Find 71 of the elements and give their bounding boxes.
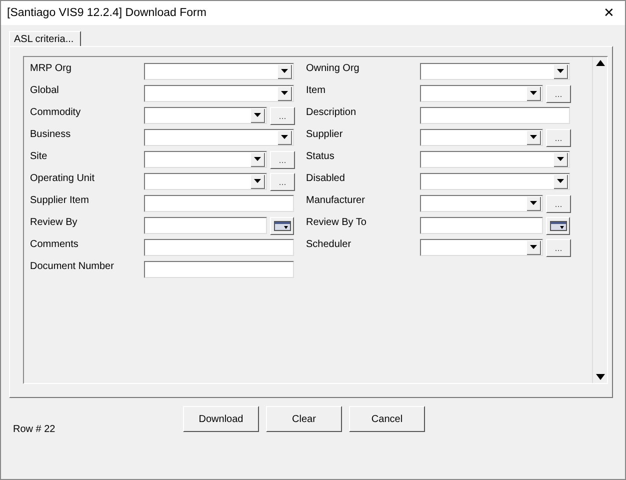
field-label: MRP Org xyxy=(30,63,72,76)
window-title: [Santiago VIS9 12.2.4] Download Form xyxy=(7,7,206,19)
lookup-button[interactable]: ... xyxy=(270,173,295,191)
input-field[interactable] xyxy=(144,195,294,212)
field-label: Commodity xyxy=(30,107,82,120)
dropdown-arrow-icon xyxy=(557,157,564,161)
dropdown-arrow-icon xyxy=(281,69,288,73)
scroll-up-icon xyxy=(596,60,604,66)
field-label: Document Number xyxy=(30,261,115,274)
date-field[interactable] xyxy=(144,217,267,234)
lookup-button[interactable]: ... xyxy=(546,239,571,257)
calendar-icon xyxy=(550,221,566,231)
dropdown-arrow-icon xyxy=(281,135,288,139)
dropdown-field[interactable] xyxy=(420,173,570,190)
field-label: Item xyxy=(306,85,326,98)
date-field[interactable] xyxy=(420,217,543,234)
calendar-button[interactable] xyxy=(546,217,570,235)
lookup-button[interactable]: ... xyxy=(546,195,571,213)
dropdown-field[interactable] xyxy=(420,85,543,102)
input-field[interactable] xyxy=(420,107,570,124)
input-field[interactable] xyxy=(144,239,294,256)
dropdown-field[interactable] xyxy=(144,85,294,102)
lookup-button[interactable]: ... xyxy=(270,151,295,169)
dropdown-arrow-icon xyxy=(557,69,564,73)
calendar-button[interactable] xyxy=(270,217,294,235)
field-label: Global xyxy=(30,85,60,98)
dropdown-arrow-icon xyxy=(530,201,537,205)
dropdown-field[interactable] xyxy=(144,107,267,124)
field-label: Site xyxy=(30,151,48,164)
field-label: Supplier Item xyxy=(30,195,90,208)
field-label: Review By To xyxy=(306,217,368,230)
dropdown-field[interactable] xyxy=(420,195,543,212)
lookup-button[interactable]: ... xyxy=(546,129,571,147)
action-button[interactable]: Clear xyxy=(266,406,342,432)
field-label: Status xyxy=(306,151,336,164)
field-label: Scheduler xyxy=(306,239,352,252)
field-label: Description xyxy=(306,107,358,120)
dropdown-field[interactable] xyxy=(420,129,543,146)
field-label: Owning Org xyxy=(306,63,360,76)
dropdown-arrow-icon xyxy=(254,157,261,161)
dropdown-field[interactable] xyxy=(420,151,570,168)
dropdown-field[interactable] xyxy=(144,151,267,168)
dropdown-arrow-icon xyxy=(254,179,261,183)
field-label: Operating Unit xyxy=(30,173,96,186)
field-label: Disabled xyxy=(306,173,346,186)
dropdown-field[interactable] xyxy=(144,63,294,80)
field-label: Business xyxy=(30,129,72,142)
scroll-down-icon xyxy=(596,374,604,380)
dropdown-arrow-icon xyxy=(254,113,261,117)
calendar-icon xyxy=(274,221,290,231)
lookup-button[interactable]: ... xyxy=(546,85,571,103)
field-label: Comments xyxy=(30,239,80,252)
scrollbar[interactable] xyxy=(592,57,607,383)
field-label: Review By xyxy=(30,217,78,230)
field-label: Manufacturer xyxy=(306,195,366,208)
action-button[interactable]: Cancel xyxy=(349,406,425,432)
dropdown-field[interactable] xyxy=(420,63,570,80)
dropdown-arrow-icon xyxy=(557,179,564,183)
dropdown-arrow-icon xyxy=(530,245,537,249)
lookup-button[interactable]: ... xyxy=(270,107,295,125)
row-count: Row # 22 xyxy=(12,423,56,435)
dropdown-field[interactable] xyxy=(144,173,267,190)
action-button[interactable]: Download xyxy=(183,406,259,432)
dropdown-arrow-icon xyxy=(281,91,288,95)
tab[interactable]: ASL criteria... xyxy=(9,31,81,47)
field-label: Supplier xyxy=(306,129,344,142)
dropdown-field[interactable] xyxy=(144,129,294,146)
dropdown-field[interactable] xyxy=(420,239,543,256)
dropdown-arrow-icon xyxy=(530,91,537,95)
dropdown-arrow-icon xyxy=(530,135,537,139)
input-field[interactable] xyxy=(144,261,294,278)
